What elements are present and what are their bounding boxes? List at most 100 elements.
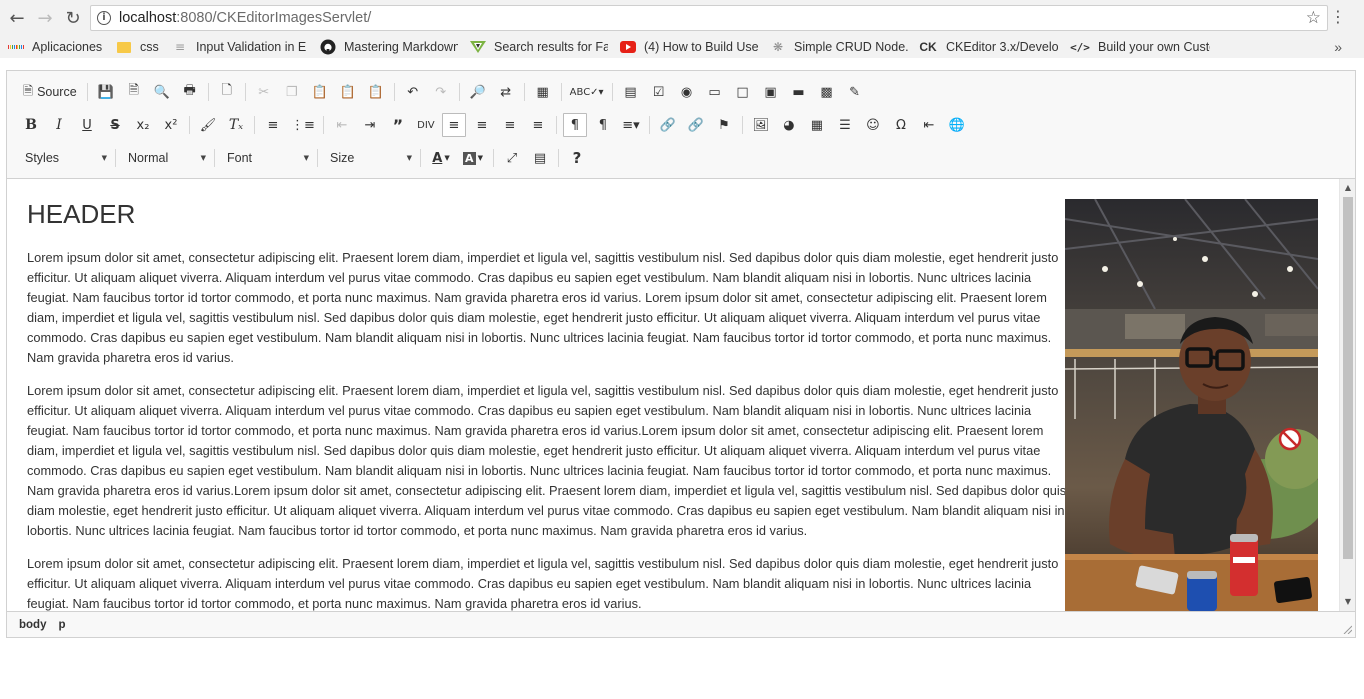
anchor-flag-icon[interactable]: ⚑ (712, 113, 736, 137)
cut-icon[interactable]: ✂ (252, 80, 276, 104)
background-color-icon[interactable]: A ▼ (459, 146, 487, 170)
bookmarks-overflow-button[interactable]: » (1334, 36, 1342, 58)
preview-icon[interactable]: 🔍 (150, 80, 174, 104)
find-icon[interactable]: 🔎 (466, 80, 490, 104)
strikethrough-icon[interactable]: S (103, 113, 127, 137)
reload-icon[interactable]: ↻ (62, 7, 84, 29)
align-center-icon[interactable]: ≡ (470, 113, 494, 137)
new-page-icon[interactable]: 🗎 (122, 80, 146, 104)
text-color-icon[interactable]: A ▼ (427, 146, 455, 170)
vertical-scrollbar[interactable]: ▲ ▼ (1339, 179, 1355, 611)
image-icon[interactable]: 🖼 (749, 113, 773, 137)
copy-icon[interactable]: ❐ (280, 80, 304, 104)
resize-handle-icon[interactable] (1342, 624, 1352, 634)
language-icon[interactable]: ≡▾ (619, 113, 643, 137)
portrait-photo[interactable] (1065, 199, 1318, 611)
text-direction-rtl-icon[interactable]: ¶ (591, 113, 615, 137)
page-break-icon[interactable]: ⇤ (917, 113, 941, 137)
bookmark-star-icon[interactable]: ☆ (1306, 8, 1321, 28)
superscript-icon[interactable]: x² (159, 113, 183, 137)
special-char-icon[interactable]: Ω (889, 113, 913, 137)
paragraph[interactable]: Lorem ipsum dolor sit amet, consectetur … (27, 554, 1067, 611)
scroll-down-icon[interactable]: ▼ (1340, 595, 1355, 609)
scroll-up-icon[interactable]: ▲ (1340, 181, 1355, 195)
subscript-icon[interactable]: x₂ (131, 113, 155, 137)
table-icon[interactable]: ▦ (805, 113, 829, 137)
path-item-p[interactable]: p (52, 619, 71, 631)
numbered-list-icon[interactable]: ≡ (261, 113, 285, 137)
format-combo[interactable]: Normal ▼ (122, 147, 208, 169)
paragraph[interactable]: Lorem ipsum dolor sit amet, consectetur … (27, 248, 1067, 368)
underline-icon[interactable]: U (75, 113, 99, 137)
button-field-icon[interactable]: ▬ (787, 80, 811, 104)
indent-icon[interactable]: ⇥ (358, 113, 382, 137)
bookmark-mastering-markdown[interactable]: Mastering Markdown (320, 36, 458, 58)
select-all-icon[interactable]: ▦ (531, 80, 555, 104)
info-icon[interactable]: i (97, 11, 111, 25)
image-button-icon[interactable]: ▩ (815, 80, 839, 104)
hidden-field-icon[interactable]: ✎ (843, 80, 867, 104)
horizontal-line-icon[interactable]: ☰ (833, 113, 857, 137)
select-field-icon[interactable]: ▣ (759, 80, 783, 104)
source-button[interactable]: 🗎 Source (19, 80, 81, 104)
styles-combo[interactable]: Styles ▼ (19, 147, 109, 169)
iframe-globe-icon[interactable]: 🌐 (945, 113, 969, 137)
flash-icon[interactable]: ◕ (777, 113, 801, 137)
replace-icon[interactable]: ⇄ (494, 80, 518, 104)
size-combo[interactable]: Size ▼ (324, 147, 414, 169)
bookmark-youtube[interactable]: (4) How to Build Use (620, 36, 758, 58)
forward-arrow-icon[interactable]: → (34, 7, 56, 29)
redo-icon[interactable]: ↷ (429, 80, 453, 104)
document-body[interactable]: HEADER Lorem ipsum dolor sit amet, conse… (27, 191, 1067, 611)
text-direction-ltr-icon[interactable]: ¶ (562, 113, 587, 137)
undo-icon[interactable]: ↶ (401, 80, 425, 104)
url-text[interactable]: localhost:8080/CKEditorImagesServlet/ (119, 10, 371, 26)
bookmark-css[interactable]: css (116, 36, 164, 58)
bold-icon[interactable]: B (19, 113, 43, 137)
checkbox-icon[interactable]: ☑ (647, 80, 671, 104)
bookmark-input-validation[interactable]: ≡ Input Validation in E (172, 36, 308, 58)
copy-format-icon[interactable]: 🖌 (196, 113, 220, 137)
spellcheck-icon[interactable]: ABC✓▾ (568, 80, 606, 104)
font-combo[interactable]: Font ▼ (221, 147, 311, 169)
remove-format-icon[interactable]: Tₓ (224, 113, 248, 137)
paragraph[interactable]: Lorem ipsum dolor sit amet, consectetur … (27, 381, 1067, 541)
paste-icon[interactable]: 📋 (308, 80, 332, 104)
paste-word-icon[interactable]: 📋 (364, 80, 388, 104)
link-icon[interactable]: 🔗 (656, 113, 680, 137)
document-heading[interactable]: HEADER (27, 199, 1067, 230)
address-bar[interactable]: i localhost:8080/CKEditorImagesServlet/ … (90, 5, 1328, 31)
path-item-body[interactable]: body (13, 619, 52, 631)
kebab-menu-icon[interactable]: ⋮ (1330, 7, 1346, 27)
unlink-icon[interactable]: 🔗 (684, 113, 708, 137)
bookmark-simple-crud[interactable]: ❋ Simple CRUD Node.j (770, 36, 908, 58)
bookmark-build-your-own[interactable]: </> Build your own Custo (1070, 36, 1210, 58)
help-icon[interactable]: ? (565, 146, 589, 170)
bulleted-list-icon[interactable]: ⋮≡ (289, 113, 317, 137)
paste-text-icon[interactable]: 📋 (336, 80, 360, 104)
blockquote-icon[interactable]: ” (386, 113, 410, 137)
editor-content-area[interactable]: HEADER Lorem ipsum dolor sit amet, conse… (7, 179, 1355, 611)
radio-icon[interactable]: ◉ (675, 80, 699, 104)
textarea-icon[interactable]: □ (731, 80, 755, 104)
form-icon[interactable]: ▤ (619, 80, 643, 104)
maximize-icon[interactable]: ⤢ (500, 146, 524, 170)
bookmark-apps[interactable]: Aplicaciones (8, 36, 108, 58)
smiley-icon[interactable]: ☺ (861, 113, 885, 137)
scrollbar-thumb[interactable] (1343, 197, 1353, 559)
align-right-icon[interactable]: ≡ (498, 113, 522, 137)
bookmark-search-results[interactable]: Search results for Fa (470, 36, 608, 58)
bookmark-ckeditor[interactable]: CK CKEditor 3.x/Develop (918, 36, 1058, 58)
align-left-icon[interactable]: ≡ (441, 113, 466, 137)
back-arrow-icon[interactable]: ← (6, 7, 28, 29)
show-blocks-icon[interactable]: ▤ (528, 146, 552, 170)
textfield-icon[interactable]: ▭ (703, 80, 727, 104)
print-icon[interactable]: 🖶 (178, 80, 202, 104)
outdent-icon[interactable]: ⇤ (330, 113, 354, 137)
lines-icon: ≡ (174, 40, 186, 54)
justify-icon[interactable]: ≡ (526, 113, 550, 137)
templates-icon[interactable]: 🗋 (215, 80, 239, 104)
italic-icon[interactable]: I (47, 113, 71, 137)
save-icon[interactable]: 💾 (94, 80, 118, 104)
div-container-icon[interactable]: DIV (414, 113, 438, 137)
